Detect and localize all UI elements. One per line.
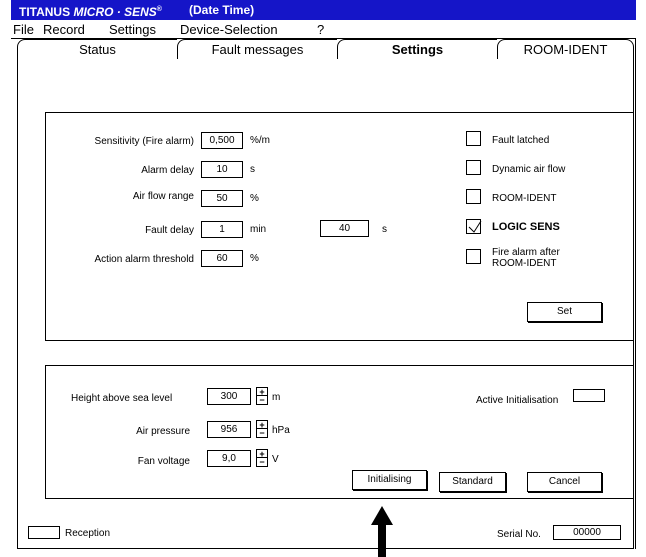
sensitivity-field[interactable]: 0,500 xyxy=(201,132,243,149)
alarm-delay-label: Alarm delay xyxy=(141,165,194,176)
fan-voltage-field[interactable]: 9,0 xyxy=(207,450,251,467)
menu-device-selection[interactable]: Device-Selection xyxy=(180,22,278,37)
menu-record[interactable]: Record xyxy=(43,22,85,37)
fault-delay-minutes-unit: min xyxy=(250,224,267,235)
air-flow-range-label: Air flow range xyxy=(132,191,194,202)
height-decrement-icon[interactable]: − xyxy=(257,396,267,405)
fire-alarm-after-room-ident-label: Fire alarm after ROOM-IDENT xyxy=(492,247,560,269)
fault-latched-label: Fault latched xyxy=(492,135,550,146)
dynamic-air-flow-label: Dynamic air flow xyxy=(492,164,566,175)
air-flow-range-field[interactable]: 50 xyxy=(201,190,243,207)
set-button[interactable]: Set xyxy=(527,302,602,322)
active-initialisation-indicator xyxy=(573,389,605,402)
title-bar: TITANUS MICRO · SENS® (Date Time) xyxy=(11,0,636,20)
height-above-sea-level-label: Height above sea level xyxy=(71,393,173,404)
fault-delay-seconds-field[interactable]: 40 xyxy=(320,220,369,237)
registered-mark: ® xyxy=(156,6,162,13)
fault-latched-checkbox[interactable] xyxy=(466,131,481,146)
menu-settings[interactable]: Settings xyxy=(109,22,156,37)
alarm-delay-unit: s xyxy=(250,164,255,175)
menu-help[interactable]: ? xyxy=(317,22,324,37)
air-pressure-label: Air pressure xyxy=(136,426,190,437)
title-datetime: (Date Time) xyxy=(189,3,255,17)
brand-name: TITANUS xyxy=(19,5,71,19)
height-unit: m xyxy=(272,392,281,403)
dynamic-air-flow-checkbox[interactable] xyxy=(466,160,481,175)
fan-voltage-label: Fan voltage xyxy=(137,456,190,467)
fan-voltage-unit: V xyxy=(272,454,279,465)
serial-number-field: 00000 xyxy=(553,525,621,540)
brand-product: MICRO · SENS xyxy=(73,5,157,19)
height-above-sea-level-field[interactable]: 300 xyxy=(207,388,251,405)
action-alarm-threshold-unit: % xyxy=(250,253,259,264)
air-pressure-unit: hPa xyxy=(272,425,290,436)
height-spinner[interactable]: + − xyxy=(256,387,268,405)
fan-voltage-decrement-icon[interactable]: − xyxy=(257,458,267,467)
action-alarm-threshold-field[interactable]: 60 xyxy=(201,250,243,267)
action-alarm-threshold-label: Action alarm threshold xyxy=(94,254,195,265)
air-flow-range-unit: % xyxy=(250,193,259,204)
check-mark-icon xyxy=(468,220,482,233)
fault-delay-label: Fault delay xyxy=(145,225,194,236)
air-pressure-decrement-icon[interactable]: − xyxy=(257,429,267,438)
fire-alarm-after-line1: Fire alarm after xyxy=(492,247,560,258)
serial-number-label: Serial No. xyxy=(497,529,541,540)
tab-fault-messages[interactable]: Fault messages xyxy=(177,39,337,59)
fan-voltage-spinner[interactable]: + − xyxy=(256,449,268,467)
menu-bar: File Record Settings Device-Selection ? xyxy=(11,20,636,39)
tab-settings[interactable]: Settings xyxy=(337,39,497,59)
fire-alarm-after-room-ident-checkbox[interactable] xyxy=(466,249,481,264)
tab-status[interactable]: Status xyxy=(17,39,177,59)
app-window: TITANUS MICRO · SENS® (Date Time) File R… xyxy=(11,0,636,549)
sensitivity-unit: %/m xyxy=(250,135,270,146)
fault-delay-minutes-field[interactable]: 1 xyxy=(201,221,243,238)
detector-parameters-group: Sensitivity (Fire alarm) 0,500 %/m Alarm… xyxy=(45,112,634,341)
active-initialisation-label: Active Initialisation xyxy=(476,395,559,406)
settings-panel: Sensitivity (Fire alarm) 0,500 %/m Alarm… xyxy=(17,59,634,549)
air-pressure-spinner[interactable]: + − xyxy=(256,420,268,438)
standard-button[interactable]: Standard xyxy=(439,472,506,492)
fault-delay-seconds-unit: s xyxy=(382,224,387,235)
tab-room-ident[interactable]: ROOM-IDENT xyxy=(497,39,634,59)
cancel-button[interactable]: Cancel xyxy=(527,472,602,492)
initialisation-group: Height above sea level 300 + − m Air pre… xyxy=(45,365,634,499)
sensitivity-label: Sensitivity (Fire alarm) xyxy=(94,136,194,147)
air-pressure-field[interactable]: 956 xyxy=(207,421,251,438)
tab-bar: Status Fault messages Settings ROOM-IDEN… xyxy=(11,39,636,59)
menu-file[interactable]: File xyxy=(13,22,34,37)
logic-sens-checkbox[interactable] xyxy=(466,219,482,234)
room-ident-checkbox[interactable] xyxy=(466,189,481,204)
room-ident-label: ROOM-IDENT xyxy=(492,193,557,204)
fire-alarm-after-line2: ROOM-IDENT xyxy=(492,258,557,269)
initialising-button[interactable]: Initialising xyxy=(352,470,427,490)
reception-indicator xyxy=(28,526,60,539)
logic-sens-label: LOGIC SENS xyxy=(492,221,560,233)
reception-label: Reception xyxy=(65,528,111,539)
alarm-delay-field[interactable]: 10 xyxy=(201,161,243,178)
